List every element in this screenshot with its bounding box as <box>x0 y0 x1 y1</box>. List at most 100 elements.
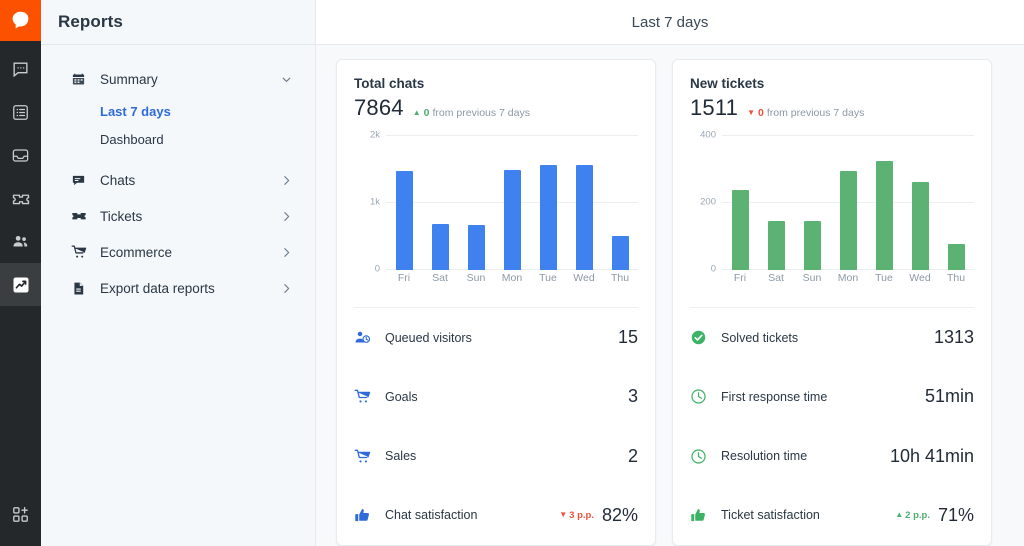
bar-column[interactable] <box>758 135 794 270</box>
metric-value: 51min <box>925 386 974 407</box>
bar-mon[interactable] <box>504 170 521 270</box>
chevron-right-icon[interactable] <box>280 246 293 259</box>
bar-tue[interactable] <box>876 161 893 270</box>
chevron-right-icon[interactable] <box>280 174 293 187</box>
chevron-right-icon[interactable] <box>280 210 293 223</box>
metric-row-chat-satisfaction[interactable]: Chat satisfaction ▼ 3 p.p. 82% <box>354 486 638 545</box>
bar-column[interactable] <box>866 135 902 270</box>
x-tick-label: Thu <box>938 272 974 284</box>
rail-item-reports[interactable] <box>0 263 41 306</box>
chart-y-axis: 400 200 0 <box>690 135 720 270</box>
x-tick-label: Mon <box>494 272 530 284</box>
thumbs-up-icon <box>690 507 710 524</box>
bar-column[interactable] <box>566 135 602 270</box>
rail-item-tickets[interactable] <box>0 177 41 220</box>
sidebar-item-tickets[interactable]: Tickets <box>41 198 315 234</box>
metric-row-solved-tickets[interactable]: Solved tickets 1313 <box>690 308 974 367</box>
bar-tue[interactable] <box>540 165 557 270</box>
queued-visitors-icon <box>354 329 374 346</box>
chevron-down-icon[interactable] <box>280 73 293 86</box>
rail-item-archives[interactable] <box>0 91 41 134</box>
metric-delta-text: 3 p.p. <box>569 510 594 521</box>
sidebar-item-last-7-days[interactable]: Last 7 days <box>41 97 315 125</box>
sidebar-nav-list: Summary Last 7 days Dashboard <box>41 45 315 306</box>
rail-item-inbox[interactable] <box>0 134 41 177</box>
x-tick-label: Wed <box>902 272 938 284</box>
metric-label: Ticket satisfaction <box>721 508 895 522</box>
bar-sun[interactable] <box>804 221 821 270</box>
bar-fri[interactable] <box>396 171 413 270</box>
x-tick-label: Thu <box>602 272 638 284</box>
metric-row-ticket-satisfaction[interactable]: Ticket satisfaction ▲ 2 p.p. 71% <box>690 486 974 545</box>
sidebar-item-label: Ecommerce <box>100 245 280 260</box>
chart-x-axis: Fri Sat Sun Mon Tue Wed Thu <box>386 272 638 284</box>
triangle-up-icon: ▲ <box>413 109 421 117</box>
bar-column[interactable] <box>458 135 494 270</box>
metric-row-first-response-time[interactable]: First response time 51min <box>690 367 974 426</box>
bar-column[interactable] <box>386 135 422 270</box>
chart-bars <box>386 135 638 270</box>
metric-row-goals[interactable]: Goals 3 <box>354 367 638 426</box>
sidebar-item-summary[interactable]: Summary <box>41 61 315 97</box>
chevron-right-icon[interactable] <box>280 282 293 295</box>
metric-value: 71% <box>938 505 974 526</box>
reports-cards-container: Total chats 7864 ▲ 0 from previous 7 day… <box>316 45 1024 546</box>
bar-thu[interactable] <box>612 236 629 270</box>
bar-column[interactable] <box>602 135 638 270</box>
sidebar-item-chats[interactable]: Chats <box>41 162 315 198</box>
global-nav-rail <box>0 0 41 546</box>
x-tick-label: Sat <box>758 272 794 284</box>
bar-sat[interactable] <box>432 224 449 270</box>
card-kpi: 1511 ▼ 0 from previous 7 days <box>690 95 974 121</box>
metrics-list: Solved tickets 1313 First response time … <box>690 308 974 545</box>
main-area: Last 7 days Total chats 7864 ▲ 0 from pr… <box>316 0 1024 546</box>
bar-column[interactable] <box>938 135 974 270</box>
sidebar-item-export-data-reports[interactable]: Export data reports <box>41 270 315 306</box>
livechat-logo-icon[interactable] <box>0 0 41 41</box>
metric-row-sales[interactable]: Sales 2 <box>354 427 638 486</box>
metric-value: 10h 41min <box>890 446 974 467</box>
ticket-icon <box>71 208 90 224</box>
x-tick-label: Sun <box>794 272 830 284</box>
metric-row-queued-visitors[interactable]: Queued visitors 15 <box>354 308 638 367</box>
rail-item-apps[interactable] <box>0 493 41 536</box>
kpi-delta: ▼ 0 from previous 7 days <box>747 107 864 119</box>
triangle-up-icon: ▲ <box>895 511 903 519</box>
sidebar-item-label: Export data reports <box>100 281 280 296</box>
x-tick-label: Tue <box>866 272 902 284</box>
bar-wed[interactable] <box>912 182 929 270</box>
metric-label: Chat satisfaction <box>385 508 559 522</box>
metric-row-resolution-time[interactable]: Resolution time 10h 41min <box>690 427 974 486</box>
list-icon <box>11 103 30 122</box>
kpi-delta-text: from previous 7 days <box>767 107 864 119</box>
y-tick-label: 0 <box>375 264 380 275</box>
bar-column[interactable] <box>830 135 866 270</box>
bar-column[interactable] <box>902 135 938 270</box>
bar-column[interactable] <box>494 135 530 270</box>
card-kpi: 7864 ▲ 0 from previous 7 days <box>354 95 638 121</box>
metric-delta-text: 2 p.p. <box>905 510 930 521</box>
sidebar-item-label: Summary <box>100 72 280 87</box>
bar-mon[interactable] <box>840 171 857 270</box>
chart-bars <box>722 135 974 270</box>
x-tick-label: Sun <box>458 272 494 284</box>
sidebar-item-ecommerce[interactable]: Ecommerce <box>41 234 315 270</box>
bar-wed[interactable] <box>576 165 593 270</box>
y-tick-label: 200 <box>700 197 716 208</box>
sidebar-item-dashboard[interactable]: Dashboard <box>41 125 315 153</box>
cart-icon <box>354 388 374 405</box>
metric-value: 1313 <box>934 327 974 348</box>
bar-sun[interactable] <box>468 225 485 270</box>
x-tick-label: Sat <box>422 272 458 284</box>
rail-item-chats[interactable] <box>0 48 41 91</box>
bar-column[interactable] <box>722 135 758 270</box>
bar-column[interactable] <box>794 135 830 270</box>
rail-item-team[interactable] <box>0 220 41 263</box>
cart-icon <box>71 244 90 260</box>
bar-fri[interactable] <box>732 190 749 270</box>
bar-sat[interactable] <box>768 221 785 270</box>
bar-column[interactable] <box>422 135 458 270</box>
bar-thu[interactable] <box>948 244 965 270</box>
bar-column[interactable] <box>530 135 566 270</box>
clock-icon <box>690 448 710 465</box>
